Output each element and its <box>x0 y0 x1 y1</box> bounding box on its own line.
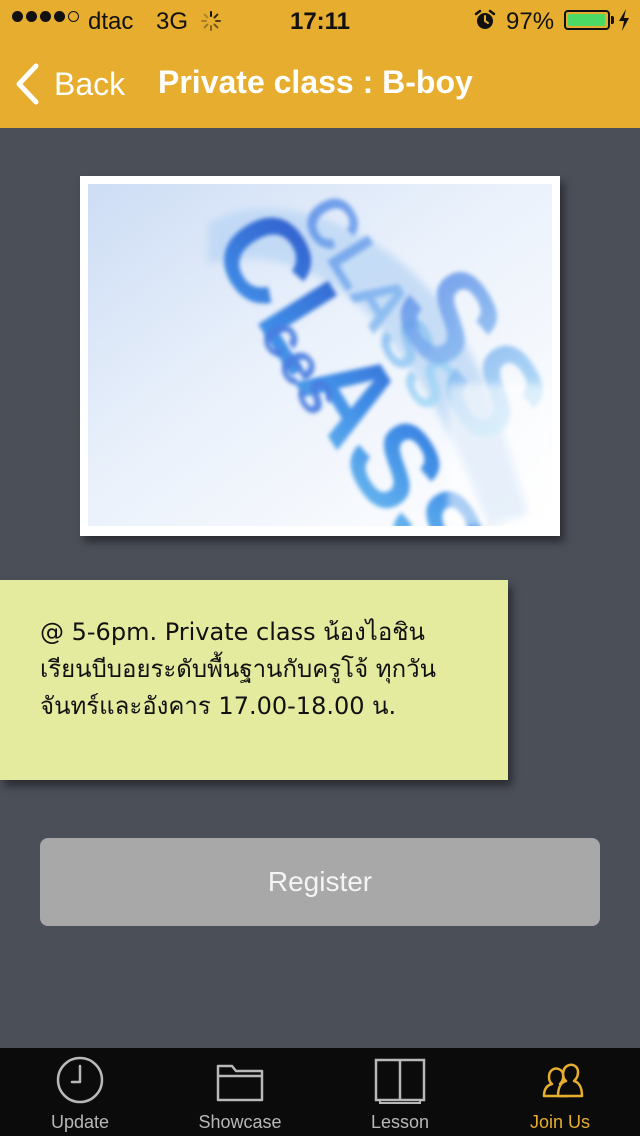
header: dtac 3G 17:11 97% Back Private class: B… <box>0 0 640 128</box>
folder-icon <box>216 1064 264 1102</box>
status-bar: dtac 3G 17:11 97% <box>0 0 640 40</box>
back-button-label: Back <box>54 65 126 102</box>
tab-showcase[interactable]: Showcase <box>160 1048 320 1136</box>
battery-icon <box>564 10 610 30</box>
tab-lesson-label: Lesson <box>370 1112 430 1132</box>
navigation-bar: Back Private class : B-boy <box>0 40 640 128</box>
users-icon <box>542 1063 584 1098</box>
class-photo-frame: CLASS CLASS ces SS <box>80 176 560 536</box>
battery-percentage: 97% <box>506 8 555 35</box>
class-description: @ 5-6pm. Private class น้องไอชิน เรียนบี… <box>40 618 436 720</box>
chevron-left-icon <box>16 63 39 105</box>
tab-bar: Update Showcase Lesson Join Us <box>0 1048 640 1136</box>
charging-bolt-icon <box>619 9 629 31</box>
tab-lesson[interactable]: Lesson <box>320 1048 480 1136</box>
back-button[interactable]: Back <box>14 62 125 106</box>
alarm-icon <box>474 9 496 29</box>
register-button[interactable]: Register <box>40 838 600 926</box>
tab-join-us-label: Join Us <box>529 1112 591 1132</box>
battery-level-fill <box>568 14 605 26</box>
tab-join-us[interactable]: Join Us <box>480 1048 640 1136</box>
clock-icon <box>56 1056 104 1104</box>
book-icon <box>374 1058 426 1104</box>
class-promo-image: CLASS CLASS ces SS <box>88 184 552 526</box>
tab-update[interactable]: Update <box>0 1048 160 1136</box>
tab-update-label: Update <box>50 1112 110 1132</box>
battery-tip <box>611 16 614 24</box>
tab-showcase-label: Showcase <box>198 1112 282 1132</box>
class-description-note: @ 5-6pm. Private class น้องไอชิน เรียนบี… <box>0 580 508 780</box>
page-title: Private class : B-boy <box>158 64 473 100</box>
